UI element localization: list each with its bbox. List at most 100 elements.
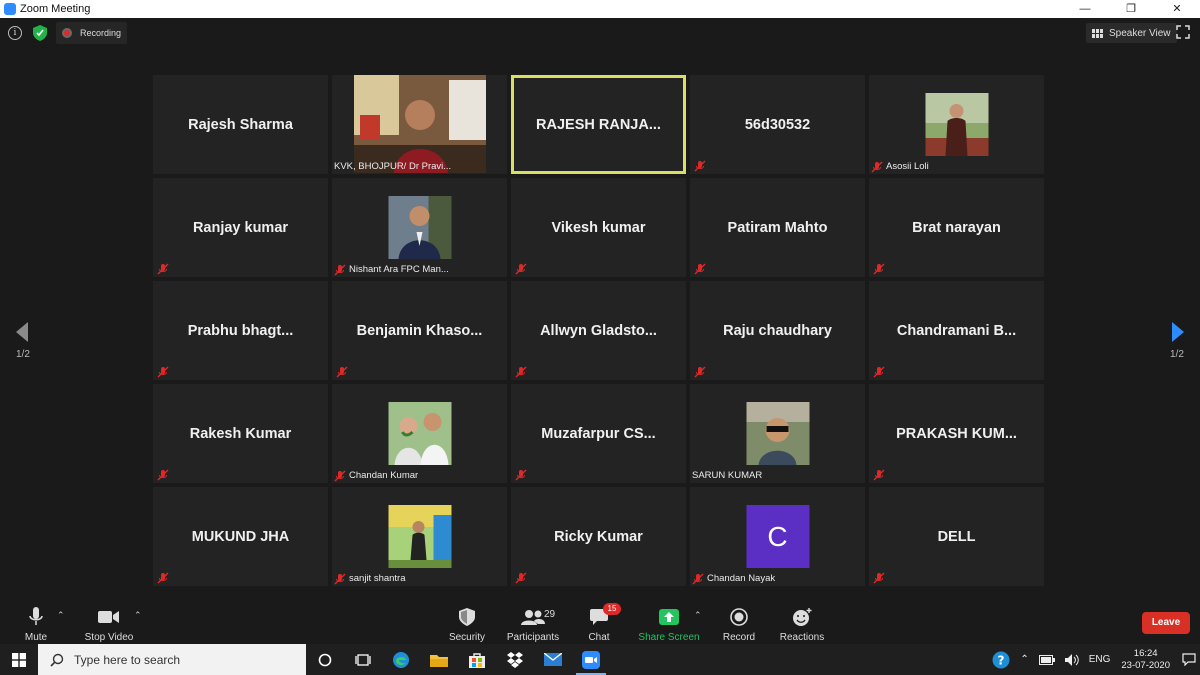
participant-tile[interactable]: Brat narayan: [869, 178, 1044, 277]
share-screen-label: Share Screen: [638, 632, 700, 643]
participant-display-name: DELL: [937, 528, 976, 545]
participant-display-name: Brat narayan: [912, 219, 1001, 236]
participant-avatar: C: [746, 505, 809, 568]
mail-button[interactable]: [534, 644, 572, 675]
folder-icon: [430, 654, 448, 667]
participant-tile[interactable]: Rajesh Sharma: [153, 75, 328, 174]
file-explorer-button[interactable]: [420, 644, 458, 675]
participant-tile[interactable]: RAJESH RANJA...: [511, 75, 686, 174]
reactions-button[interactable]: Reactions: [762, 606, 842, 643]
muted-microphone-icon: [515, 263, 527, 275]
edge-browser-button[interactable]: [382, 644, 420, 675]
store-bag-icon: [469, 652, 485, 668]
participant-display-name: Benjamin Khaso...: [356, 322, 483, 339]
show-hidden-icons-caret-icon[interactable]: ⌃: [1020, 654, 1028, 665]
participant-tile[interactable]: Vikesh kumar: [511, 178, 686, 277]
speaker-view-button[interactable]: Speaker View: [1086, 23, 1177, 43]
participant-tile[interactable]: PRAKASH KUM...: [869, 384, 1044, 483]
participant-display-name: Allwyn Gladsto...: [540, 322, 657, 339]
task-view-button[interactable]: [344, 644, 382, 675]
previous-page-arrow-icon[interactable]: [12, 320, 32, 344]
zoom-taskbar-button[interactable]: [572, 644, 610, 675]
muted-microphone-icon: [334, 470, 346, 481]
participant-tile[interactable]: MUKUND JHA: [153, 487, 328, 586]
speaker-view-label: Speaker View: [1109, 27, 1171, 39]
participant-name-label: Chandan Kumar: [334, 469, 418, 482]
participant-label-text: Chandan Kumar: [349, 470, 419, 481]
notification-icon: [1182, 653, 1196, 666]
participant-tile[interactable]: DELL: [869, 487, 1044, 586]
participant-label-text: sanjit shantra: [349, 573, 406, 584]
participant-tile[interactable]: Raju chaudhary: [690, 281, 865, 380]
volume-speaker-icon[interactable]: [1064, 653, 1079, 666]
participant-name-label: KVK, BHOJPUR/ Dr Pravi...: [334, 160, 451, 173]
participant-tile[interactable]: Asosii Loli: [869, 75, 1044, 174]
participant-name-label: sanjit shantra: [334, 572, 406, 585]
page-indicator-right: 1/2: [1170, 349, 1184, 360]
minimize-button[interactable]: —: [1062, 0, 1108, 18]
participant-tile[interactable]: Muzafarpur CS...: [511, 384, 686, 483]
info-icon[interactable]: i: [8, 26, 22, 40]
participant-tile[interactable]: Rakesh Kumar: [153, 384, 328, 483]
stop-video-label: Stop Video: [84, 632, 134, 643]
participant-display-name: Prabhu bhagt...: [187, 322, 294, 339]
participant-tile[interactable]: Prabhu bhagt...: [153, 281, 328, 380]
muted-microphone-icon: [157, 572, 169, 584]
participant-tile[interactable]: Patiram Mahto: [690, 178, 865, 277]
participant-tile[interactable]: Nishant Ara FPC Man...: [332, 178, 507, 277]
next-page-arrow-icon[interactable]: [1168, 320, 1188, 344]
participant-name-label: SARUN KUMAR: [692, 469, 762, 482]
close-button[interactable]: ✕: [1154, 0, 1200, 18]
participant-display-name: 56d30532: [744, 116, 811, 133]
participant-tile[interactable]: Ranjay kumar: [153, 178, 328, 277]
taskbar-clock[interactable]: 16:24 23-07-2020: [1121, 648, 1170, 672]
zoom-camera-icon: [582, 650, 600, 669]
cortana-circle-icon: [318, 653, 332, 666]
maximize-button[interactable]: ❐: [1108, 0, 1154, 18]
participant-display-name: Raju chaudhary: [723, 322, 832, 339]
window-controls: — ❐ ✕: [1062, 0, 1200, 18]
encryption-shield-icon[interactable]: [33, 25, 47, 41]
participant-name-label: Nishant Ara FPC Man...: [334, 263, 449, 276]
action-center-button[interactable]: [1178, 644, 1200, 675]
recording-dot-icon: [62, 28, 72, 38]
record-icon: [730, 608, 748, 626]
video-options-caret-icon[interactable]: ⌃: [134, 610, 142, 621]
chat-button[interactable]: Chat: [559, 606, 639, 643]
recording-indicator[interactable]: Recording: [56, 22, 128, 44]
participant-tile[interactable]: Ricky Kumar: [511, 487, 686, 586]
zoom-app-icon: [4, 3, 16, 15]
windows-start-button[interactable]: [0, 644, 38, 675]
help-icon[interactable]: ?: [992, 651, 1010, 669]
fullscreen-icon[interactable]: [1176, 25, 1190, 39]
participant-tile[interactable]: sanjit shantra: [332, 487, 507, 586]
view-grid-icon: [1092, 28, 1104, 38]
taskbar-search-box[interactable]: Type here to search: [38, 644, 306, 675]
participant-label-text: SARUN KUMAR: [692, 470, 763, 481]
muted-microphone-icon: [157, 263, 169, 275]
microsoft-store-button[interactable]: [458, 644, 496, 675]
dropbox-button[interactable]: [496, 644, 534, 675]
dropbox-icon: [507, 651, 523, 668]
leave-meeting-button[interactable]: Leave: [1142, 612, 1190, 634]
muted-microphone-icon: [334, 264, 346, 275]
participant-tile[interactable]: Benjamin Khaso...: [332, 281, 507, 380]
battery-icon[interactable]: [1038, 654, 1055, 665]
participant-label-text: Chandan Nayak: [707, 573, 776, 584]
participant-tile[interactable]: KVK, BHOJPUR/ Dr Pravi...: [332, 75, 507, 174]
cortana-button[interactable]: [306, 644, 344, 675]
participants-icon: [521, 610, 545, 625]
muted-microphone-icon: [873, 572, 885, 584]
audio-options-caret-icon[interactable]: ⌃: [57, 610, 65, 621]
chat-label: Chat: [588, 632, 610, 643]
participant-gallery: Rajesh Sharma KVK, BHOJPUR/ Dr Pravi... RA…: [153, 75, 1047, 586]
mute-button[interactable]: Mute: [0, 606, 76, 643]
participant-tile[interactable]: SARUN KUMAR: [690, 384, 865, 483]
participant-display-name: PRAKASH KUM...: [896, 425, 1017, 442]
participant-tile[interactable]: Chandan Kumar: [332, 384, 507, 483]
participant-tile[interactable]: 56d30532: [690, 75, 865, 174]
participant-tile[interactable]: C Chandan Nayak: [690, 487, 865, 586]
input-language[interactable]: ENG: [1089, 654, 1111, 665]
participant-tile[interactable]: Chandramani B...: [869, 281, 1044, 380]
participant-tile[interactable]: Allwyn Gladsto...: [511, 281, 686, 380]
